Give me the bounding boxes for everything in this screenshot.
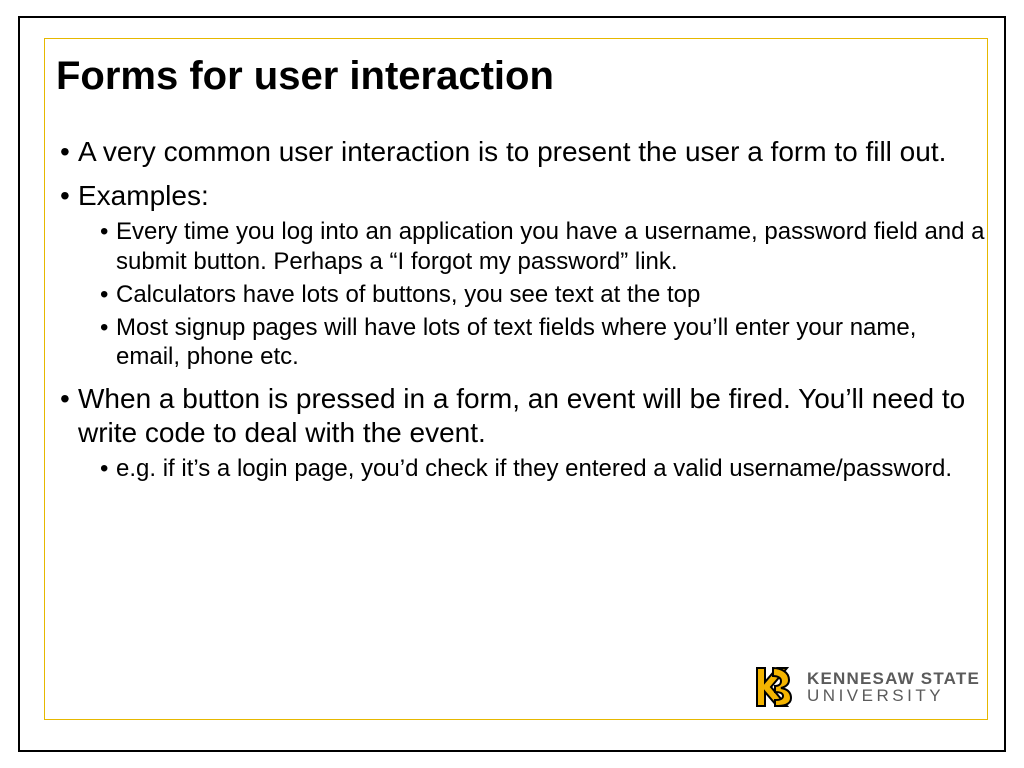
- sub-bullet-item: Calculators have lots of buttons, you se…: [78, 280, 986, 309]
- bullet-item: When a button is pressed in a form, an e…: [56, 382, 986, 484]
- bullet-list: A very common user interaction is to pre…: [56, 135, 986, 483]
- sub-bullet-item: Most signup pages will have lots of text…: [78, 313, 986, 372]
- logo-line1: KENNESAW STATE: [807, 670, 980, 687]
- sub-bullet-item: e.g. if it’s a login page, you’d check i…: [78, 454, 986, 483]
- university-logo: KENNESAW STATE UNIVERSITY: [751, 662, 980, 712]
- university-logo-text: KENNESAW STATE UNIVERSITY: [807, 670, 980, 704]
- logo-line2: UNIVERSITY: [807, 687, 980, 704]
- sub-bullet-list: Every time you log into an application y…: [78, 217, 986, 371]
- sub-bullet-item: Every time you log into an application y…: [78, 217, 986, 276]
- sub-bullet-list: e.g. if it’s a login page, you’d check i…: [78, 454, 986, 483]
- bullet-item: Examples: Every time you log into an app…: [56, 179, 986, 371]
- ks-logo-icon: [751, 662, 797, 712]
- bullet-item: A very common user interaction is to pre…: [56, 135, 986, 169]
- slide-title: Forms for user interaction: [56, 54, 986, 135]
- bullet-text: Examples:: [78, 180, 209, 211]
- slide-content: Forms for user interaction A very common…: [56, 54, 986, 493]
- bullet-text: When a button is pressed in a form, an e…: [78, 383, 965, 448]
